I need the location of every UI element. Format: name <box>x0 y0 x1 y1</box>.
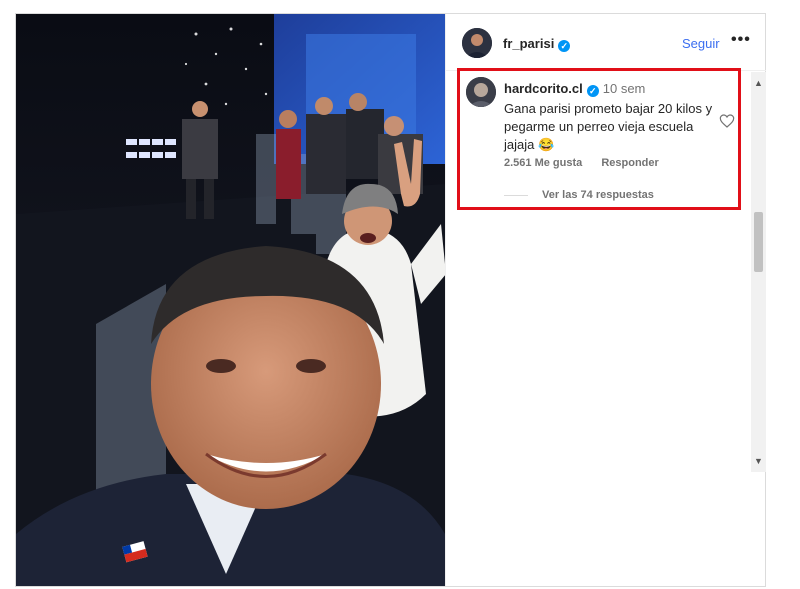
comments-scrollbar[interactable]: ▲ ▼ <box>751 72 766 472</box>
comment-time[interactable]: 10 sem <box>603 81 646 96</box>
reply-button[interactable]: Responder <box>601 157 658 169</box>
highlighted-comment: hardcorito.cl ✓ 10 sem Gana parisi prometo… <box>457 68 741 210</box>
verified-badge-icon: ✓ <box>586 85 599 97</box>
heart-icon[interactable] <box>719 113 735 129</box>
scrollbar-thumb[interactable] <box>754 212 763 272</box>
follow-button[interactable]: Seguir <box>682 36 720 51</box>
author-username-text[interactable]: fr_parisi <box>503 36 554 51</box>
commenter-avatar[interactable] <box>466 77 496 107</box>
comment-likes[interactable]: 2.561 Me gusta <box>504 157 582 169</box>
selfie-photo-illustration <box>16 14 445 586</box>
view-replies-label[interactable]: Ver las 74 respuestas <box>542 189 654 201</box>
more-options-icon[interactable]: ••• <box>731 31 751 49</box>
view-replies-button[interactable]: Ver las 74 respuestas <box>504 189 654 201</box>
comments-panel: fr_parisi ✓ Seguir ••• hardcorito.cl ✓ 10 s… <box>445 14 766 586</box>
scroll-up-arrow-icon[interactable]: ▲ <box>751 76 766 90</box>
scroll-down-arrow-icon[interactable]: ▼ <box>751 454 766 468</box>
comment-text: Gana parisi prometo bajar 20 kilos y peg… <box>504 101 713 152</box>
post-header: fr_parisi ✓ Seguir ••• <box>446 14 766 71</box>
post-dialog: fr_parisi ✓ Seguir ••• hardcorito.cl ✓ 10 s… <box>15 13 766 587</box>
author-username[interactable]: fr_parisi ✓ <box>503 36 571 52</box>
commenter-username-text[interactable]: hardcorito.cl <box>504 81 583 96</box>
author-avatar[interactable] <box>462 28 492 58</box>
verified-badge-icon: ✓ <box>558 40 571 52</box>
comment-meta: 2.561 Me gusta Responder <box>504 157 659 169</box>
replies-divider <box>504 194 528 196</box>
post-photo[interactable] <box>16 14 445 586</box>
commenter-username[interactable]: hardcorito.cl ✓ 10 sem <box>504 81 645 97</box>
